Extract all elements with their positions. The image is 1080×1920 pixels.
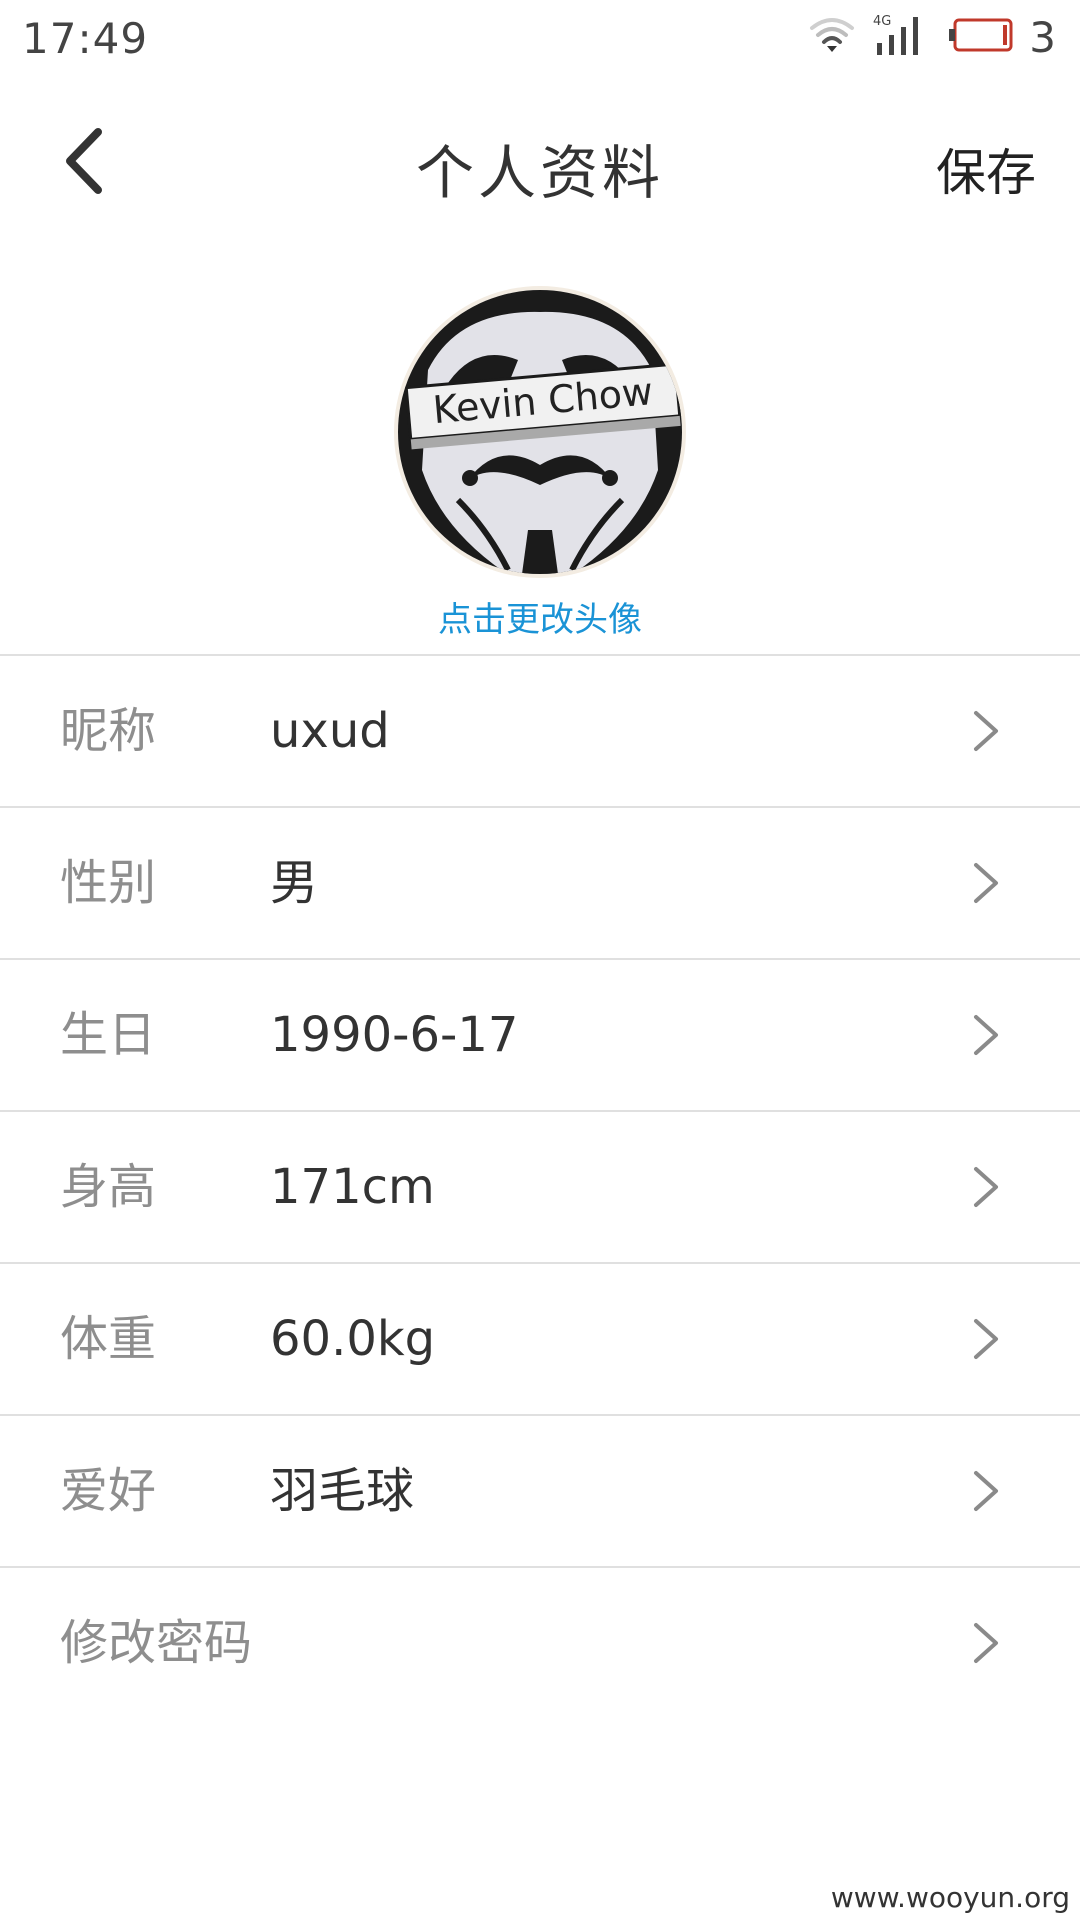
birthday-row[interactable]: 生日 1990-6-17 — [0, 960, 1080, 1112]
height-value: 171cm — [270, 1159, 435, 1215]
hobby-row[interactable]: 爱好 羽毛球 — [0, 1416, 1080, 1568]
profile-list: 昵称 uxud 性别 男 生日 1990-6-17 身高 171cm 体重 60… — [0, 654, 1080, 1718]
status-bar: 17:49 4G 3 — [0, 0, 1080, 78]
birthday-value: 1990-6-17 — [270, 1007, 519, 1063]
chevron-right-icon — [974, 1015, 998, 1055]
gender-value: 男 — [270, 855, 319, 911]
hobby-value: 羽毛球 — [270, 1463, 415, 1519]
wifi-icon — [809, 15, 855, 59]
nickname-value: uxud — [270, 703, 390, 759]
avatar-image: Kevin Chow — [398, 290, 682, 574]
weight-value: 60.0kg — [270, 1311, 436, 1367]
svg-text:4G: 4G — [873, 14, 891, 29]
page-title: 个人资料 — [415, 139, 664, 207]
gender-row[interactable]: 性别 男 — [0, 808, 1080, 960]
chevron-right-icon — [974, 711, 998, 751]
weight-label: 体重 — [60, 1311, 157, 1367]
nickname-label: 昵称 — [60, 703, 157, 759]
battery-count: 3 — [1029, 12, 1056, 62]
chevron-right-icon — [974, 863, 998, 903]
hobby-label: 爱好 — [60, 1463, 157, 1519]
signal-4g-icon: 4G — [873, 13, 929, 61]
weight-row[interactable]: 体重 60.0kg — [0, 1264, 1080, 1416]
gender-label: 性别 — [60, 855, 157, 911]
chevron-right-icon — [974, 1623, 998, 1663]
header: 个人资料 保存 — [0, 78, 1080, 248]
change-avatar-link[interactable]: 点击更改头像 — [0, 592, 1080, 641]
chevron-right-icon — [974, 1319, 998, 1359]
change-password-label: 修改密码 — [60, 1615, 253, 1671]
change-password-row[interactable]: 修改密码 — [0, 1568, 1080, 1718]
avatar[interactable]: Kevin Chow — [398, 290, 682, 574]
birthday-label: 生日 — [60, 1007, 157, 1063]
nickname-row[interactable]: 昵称 uxud — [0, 656, 1080, 808]
chevron-right-icon — [974, 1471, 998, 1511]
watermark: www.wooyun.org — [830, 1881, 1070, 1914]
chevron-right-icon — [974, 1167, 998, 1207]
battery-icon — [947, 17, 1015, 57]
save-button[interactable]: 保存 — [936, 133, 1036, 205]
height-label: 身高 — [60, 1159, 157, 1215]
status-icons: 4G 3 — [791, 12, 1056, 62]
status-time: 17:49 — [22, 14, 149, 63]
height-row[interactable]: 身高 171cm — [0, 1112, 1080, 1264]
